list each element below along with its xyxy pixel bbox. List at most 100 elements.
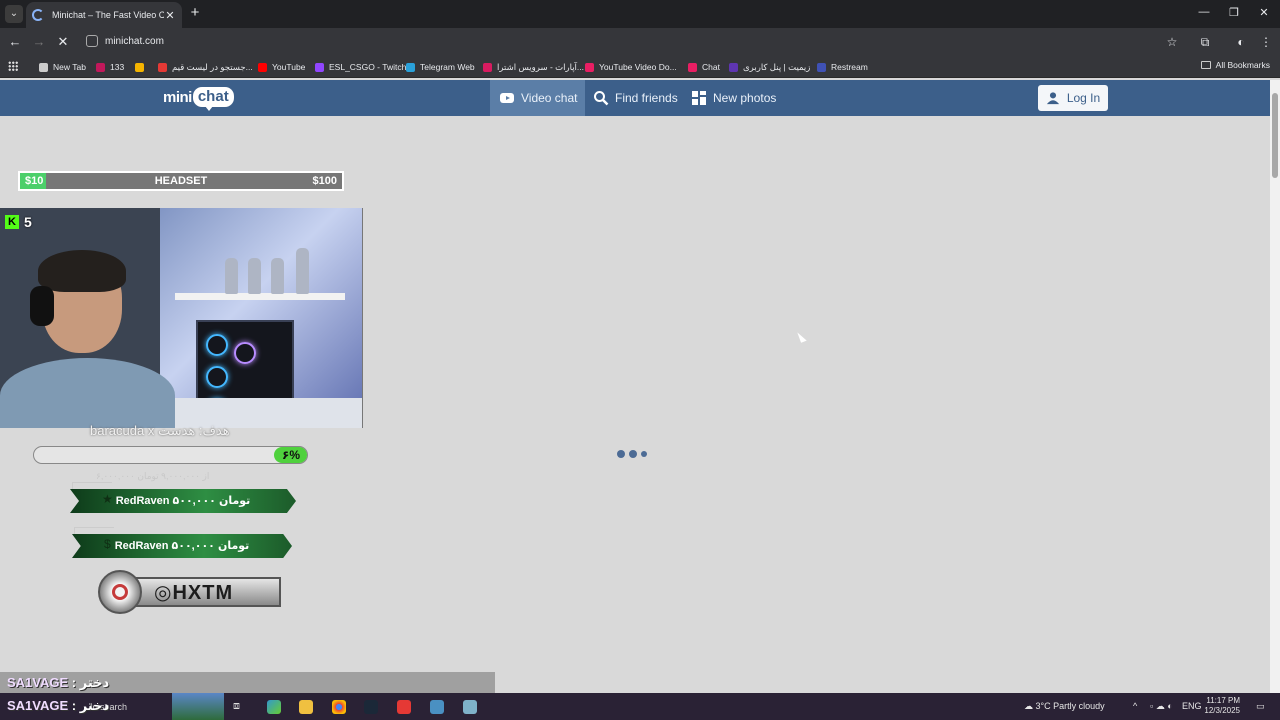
figurine (225, 258, 238, 294)
tray-icons[interactable]: ▫ ☁ ◐ (1150, 701, 1173, 712)
goal-current: $10 (25, 175, 44, 187)
tab-title: Minichat – The Fast Video Chat (52, 10, 164, 20)
forward-button[interactable]: → (31, 34, 47, 50)
site-info-icon[interactable] (86, 35, 98, 47)
bookmark-item[interactable]: Telegram Web (406, 60, 475, 74)
loading-dot (641, 451, 647, 457)
search-highlight-image (172, 693, 224, 720)
bookmark-item[interactable]: YouTube Video Do... (585, 60, 677, 74)
bookmark-item[interactable] (135, 60, 149, 74)
shelf (175, 293, 345, 300)
close-tab-icon[interactable]: ✕ (164, 9, 176, 22)
bookmark-item[interactable]: جستجو در لیست قیم... (158, 60, 253, 74)
instagram-icon: ◎ (154, 582, 173, 604)
kick-logo-icon: K (5, 215, 19, 229)
scrollbar-thumb[interactable] (1272, 93, 1278, 178)
weather-text: 3°C Partly cloudy (1035, 701, 1105, 711)
close-window-button[interactable]: ✕ (1256, 6, 1272, 19)
back-button[interactable]: ← (7, 34, 23, 50)
logo-mini-text: mini (163, 88, 192, 106)
menu-icon[interactable]: ⋮ (1258, 34, 1274, 50)
alert-tag (74, 527, 114, 535)
bookmark-item[interactable]: Restream (817, 60, 868, 74)
bookmark-favicon-icon (729, 62, 738, 72)
bookmark-label: زیمیت | پنل کاربری (743, 61, 811, 72)
nav-new-photos[interactable]: New photos (691, 80, 776, 116)
streamer-webcam: K 5 (0, 208, 363, 428)
chat-overlay: SA1VAGE : دختر (0, 672, 495, 693)
minimize-button[interactable]: — (1196, 6, 1212, 18)
page-scrollbar[interactable] (1270, 80, 1280, 693)
notifications-icon[interactable]: ▭ (1256, 701, 1265, 712)
kick-viewers-badge: K 5 (5, 214, 32, 230)
copilot-icon[interactable] (267, 700, 281, 714)
windows-taskbar: to search ⧈ ☁ 3°C Partly cloudy ^ ▫ ☁ ◐ … (0, 693, 1280, 720)
screen: ⌄ Minichat – The Fast Video Chat ✕ + — ❐… (0, 0, 1280, 720)
bookmark-favicon-icon (585, 62, 594, 72)
donation-alert: $ RedRaven ۵۰۰,۰۰۰ تومان (72, 527, 292, 559)
loading-dot (617, 450, 625, 458)
loading-dots (617, 450, 647, 458)
goal-target: $100 (312, 175, 337, 187)
bookmark-label: Restream (831, 62, 868, 72)
chat-text: : دختر (68, 698, 110, 713)
chat-text: : دختر (68, 675, 110, 690)
bookmark-item[interactable]: ESL_CSGO - Twitch (315, 60, 406, 74)
donation-alert-text: RedRaven ۵۰۰,۰۰۰ تومان (114, 540, 250, 552)
bookmark-favicon-icon (817, 62, 826, 72)
minichat-logo[interactable]: mini chat (163, 87, 234, 111)
clock-date: 12/3/2025 (1204, 706, 1240, 715)
donation-goal-label: baracuda x هدف: هدست (90, 423, 230, 438)
viewer-count: 5 (24, 214, 32, 230)
file-explorer-icon[interactable] (299, 700, 313, 714)
bookmark-item[interactable]: Chat (688, 60, 720, 74)
browser-tab-active[interactable]: Minichat – The Fast Video Chat ✕ (26, 2, 182, 28)
app-icon[interactable] (430, 700, 444, 714)
bookmark-item[interactable]: New Tab (39, 60, 86, 74)
steam-icon[interactable] (364, 700, 378, 714)
chat-username: SA1VAGE (7, 698, 69, 713)
profile-icon[interactable]: ◐ (1233, 34, 1249, 50)
donation-alert-text: RedRaven ۵۰۰,۰۰۰ تومان (115, 495, 251, 507)
stop-loading-button[interactable]: ✕ (55, 34, 71, 50)
site-header: mini chat Video chat Find friends New ph… (0, 80, 1270, 116)
tray-chevron-icon[interactable]: ^ (1133, 701, 1137, 711)
chat-username: SA1VAGE (7, 675, 69, 690)
instagram-handle-banner: ◎HXTM (98, 570, 283, 614)
bookmark-item[interactable]: زیمیت | پنل کاربری (729, 60, 810, 74)
bookmark-item[interactable]: YouTube (258, 60, 305, 74)
system-clock[interactable]: 11:17 PM 12/3/2025 (1198, 696, 1240, 716)
app-icon[interactable] (463, 700, 477, 714)
weather-widget[interactable]: ☁ 3°C Partly cloudy (1024, 701, 1105, 712)
bookmark-favicon-icon (483, 62, 492, 72)
nav-new-photos-label: New photos (713, 91, 777, 105)
chat-message: SA1VAGE : دختر (7, 675, 109, 691)
login-label: Log In (1066, 91, 1101, 105)
bookmark-item[interactable]: آپارات - سرویس اشترا... (483, 60, 584, 74)
bookmark-favicon-icon (39, 62, 48, 72)
chrome-icon[interactable] (332, 700, 346, 714)
bookmark-label: YouTube (272, 62, 306, 72)
app-icon[interactable] (397, 700, 411, 714)
apps-icon[interactable] (8, 61, 18, 71)
nav-video-chat[interactable]: Video chat (490, 80, 585, 116)
donation-progress-bar: ۶% (33, 446, 308, 464)
new-tab-button[interactable]: + (188, 5, 202, 21)
nav-find-friends[interactable]: Find friends (593, 80, 678, 116)
bookmark-star-icon[interactable]: ☆ (1164, 34, 1180, 50)
bookmarks-bar: New Tab 133 جستجو در لیست قیم... YouTube ESL… (0, 56, 1280, 78)
stream-goal-bar: HEADSET $10 $100 (18, 171, 344, 191)
goal-title: HEADSET (154, 175, 208, 187)
folder-icon (1200, 61, 1211, 69)
bookmark-favicon-icon (406, 62, 415, 72)
bookmark-item[interactable]: 133 (96, 60, 124, 74)
all-bookmarks-button[interactable]: All Bookmarks (1200, 60, 1270, 70)
extensions-icon[interactable]: ⧉ (1197, 34, 1213, 50)
task-view-icon[interactable]: ⧈ (233, 700, 247, 714)
tab-search-button[interactable]: ⌄ (5, 5, 23, 23)
donation-percent: ۶% (282, 448, 300, 462)
address-bar[interactable]: minichat.com (80, 31, 1190, 53)
restore-button[interactable]: ❐ (1226, 6, 1242, 19)
login-button[interactable]: Log In (1038, 85, 1108, 111)
instagram-handle-text: HXTM (172, 582, 234, 604)
